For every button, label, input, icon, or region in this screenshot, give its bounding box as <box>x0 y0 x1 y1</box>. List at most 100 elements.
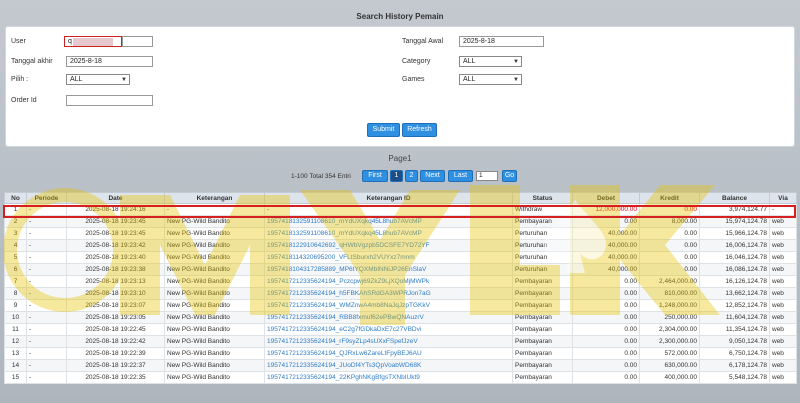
table-cell: 40,000.00 <box>572 239 640 252</box>
goto-page-input[interactable]: 1 <box>476 171 498 181</box>
table-cell: New PG-Wild Bandito <box>164 335 265 348</box>
order-id-label: Order Id <box>11 97 37 104</box>
pilih-select[interactable]: ALL ▼ <box>66 74 130 85</box>
table-cell: New PG-Wild Bandito <box>164 311 265 324</box>
transaction-id-link[interactable]: 1957417212335624194_eC2g7fGDkaDxE7c27VBD… <box>264 323 513 336</box>
games-select[interactable]: ALL ▼ <box>459 74 522 85</box>
transaction-id-link[interactable]: 1957418132591108610_mYdUXqkq45L8hub7AVcM… <box>264 227 513 240</box>
transaction-id-link[interactable]: 1957418122910642692_qHWbVgzpb5DCSFE7YD72… <box>264 239 513 252</box>
page-2-button[interactable]: 2 <box>405 170 418 182</box>
table-cell: web <box>769 299 797 312</box>
transaction-id-link[interactable]: 1957417212335624194_JUoDf4YTs3QpVoabWD68… <box>264 359 513 372</box>
transaction-id-link[interactable]: 1957417212335624194_22KPghNKgBfgsTXNbIUk… <box>264 371 513 384</box>
column-header: Keterangan <box>164 192 265 204</box>
games-select-value: ALL <box>463 76 476 83</box>
table-cell: - <box>26 335 67 348</box>
table-cell: Pembayaran <box>512 275 573 288</box>
user-input-extension[interactable] <box>122 36 153 47</box>
table-cell: Pembayaran <box>512 311 573 324</box>
table-cell: 2025-08-18 19:24:16 <box>66 203 165 216</box>
tanggal-awal-input[interactable]: 2025-8-18 <box>459 36 544 47</box>
transaction-id-link[interactable]: 1957417212335624194_RBB8fxmuf62ePBwQNAuz… <box>264 311 513 324</box>
table-cell: - <box>164 203 265 216</box>
last-page-button[interactable]: Last <box>448 170 473 182</box>
transaction-id-link[interactable]: 1957417212335624194_Pczcpwj69ZkZ9LjXQoMj… <box>264 275 513 288</box>
table-cell: Pembayaran <box>512 287 573 300</box>
table-cell: Pembayaran <box>512 371 573 384</box>
go-button[interactable]: Go <box>502 170 517 182</box>
first-page-button[interactable]: First <box>362 170 388 182</box>
table-cell: 15 <box>4 371 27 384</box>
table-cell: Perturuhan <box>512 263 573 276</box>
table-cell: - <box>26 371 67 384</box>
table-cell: 3 <box>4 227 27 240</box>
table-cell: 2025-08-18 19:23:40 <box>66 251 165 264</box>
table-cell: 810,000.00 <box>639 287 700 300</box>
order-id-input[interactable] <box>66 95 153 106</box>
table-cell: 2025-08-18 19:22:42 <box>66 335 165 348</box>
table-cell: 0.00 <box>572 359 640 372</box>
table-cell: 11,354,124.78 <box>699 323 770 336</box>
tanggal-akhir-input[interactable]: 2025-8-18 <box>66 56 153 67</box>
table-cell: - <box>26 359 67 372</box>
category-select[interactable]: ALL ▼ <box>459 56 522 67</box>
table-cell: web <box>769 275 797 288</box>
table-cell: 2025-08-18 19:22:45 <box>66 323 165 336</box>
refresh-button[interactable]: Refresh <box>402 123 437 137</box>
chevron-down-icon: ▼ <box>513 77 519 83</box>
table-cell: 2,300,000.00 <box>639 335 700 348</box>
search-form-panel: User q Tanggal Awal 2025-8-18 Tanggal ak… <box>5 26 795 147</box>
submit-button[interactable]: Submit <box>367 123 400 137</box>
table-cell: - <box>26 203 67 216</box>
table-row: 8-2025-08-18 19:23:10 New PG-Wild Bandito… <box>4 287 797 300</box>
table-body: 1-2025-08-18 19:24:16- - Withdraw 12,000,00… <box>4 203 797 384</box>
table-cell: 40,000.00 <box>572 227 640 240</box>
table-cell: 15,974,124.78 <box>699 215 770 228</box>
page-1-button[interactable]: 1 <box>390 170 403 182</box>
table-cell: web <box>769 227 797 240</box>
tanggal-akhir-label: Tanggal akhir <box>11 58 53 65</box>
table-cell: 40,000.00 <box>572 251 640 264</box>
table-row: 6-2025-08-18 19:23:38 New PG-Wild Bandito… <box>4 263 797 276</box>
table-cell: 9 <box>4 299 27 312</box>
pilih-select-value: ALL <box>70 76 83 83</box>
column-header: No <box>4 192 27 204</box>
table-cell: web <box>769 263 797 276</box>
column-header: Debet <box>572 192 640 204</box>
table-cell: 0.00 <box>639 227 700 240</box>
transaction-id-link[interactable]: 1957418104317285889_MP6tYQXMbINNiJP26EnS… <box>264 263 513 276</box>
table-cell: web <box>769 287 797 300</box>
table-cell: 0.00 <box>572 323 640 336</box>
table-cell: Pembayaran <box>512 299 573 312</box>
table-cell: New PG-Wild Bandito <box>164 263 265 276</box>
transaction-id-link[interactable]: 1957418114320695200_VFLtSburxh2VUYxz7mnm <box>264 251 513 264</box>
table-row: 3-2025-08-18 19:23:45 New PG-Wild Bandito… <box>4 227 797 240</box>
user-label: User <box>11 38 26 45</box>
table-cell: New PG-Wild Bandito <box>164 287 265 300</box>
table-cell: 0.00 <box>639 239 700 252</box>
transaction-id-link[interactable]: 1957417212335624194_rF9syZLp4sUXxFSpefJz… <box>264 335 513 348</box>
user-input[interactable]: q <box>64 36 122 47</box>
transaction-id-link[interactable]: 1957418132591108610_mYdUXqkq45L8hub7AVcM… <box>264 215 513 228</box>
transaction-id-link[interactable]: 1957417212335624194_h5FBKAhSRdGA3WPRJon7… <box>264 287 513 300</box>
table-cell: 0.00 <box>639 251 700 264</box>
table-cell: 630,000.00 <box>639 359 700 372</box>
table-row: 5-2025-08-18 19:23:40 New PG-Wild Bandito… <box>4 251 797 264</box>
next-page-button[interactable]: Next <box>420 170 445 182</box>
table-cell: 9,050,124.78 <box>699 335 770 348</box>
table-cell: 0.00 <box>572 299 640 312</box>
table-row: 2-2025-08-18 19:23:45 New PG-Wild Bandito… <box>4 215 797 228</box>
table-row: 13-2025-08-18 19:22:39 New PG-Wild Bandit… <box>4 347 797 360</box>
table-cell: 11 <box>4 323 27 336</box>
table-cell: web <box>769 347 797 360</box>
table-cell: 2025-08-18 19:23:13 <box>66 275 165 288</box>
table-cell: 6,750,124.78 <box>699 347 770 360</box>
transaction-id-link[interactable]: 1957417212335624194_WMZnwA4mb8NaJqJzpTGK… <box>264 299 513 312</box>
table-cell: 2025-08-18 19:23:05 <box>66 311 165 324</box>
table-header-row: No Periode Date Keterangan Keterangan ID Stat… <box>4 192 797 204</box>
table-row: 9-2025-08-18 19:23:07 New PG-Wild Bandito… <box>4 299 797 312</box>
table-cell: 4 <box>4 239 27 252</box>
chevron-down-icon: ▼ <box>513 59 519 65</box>
column-header: Kredit <box>639 192 700 204</box>
transaction-id-link[interactable]: 1957417212335624194_QJRxLw6ZareLtFpyBEJ6… <box>264 347 513 360</box>
